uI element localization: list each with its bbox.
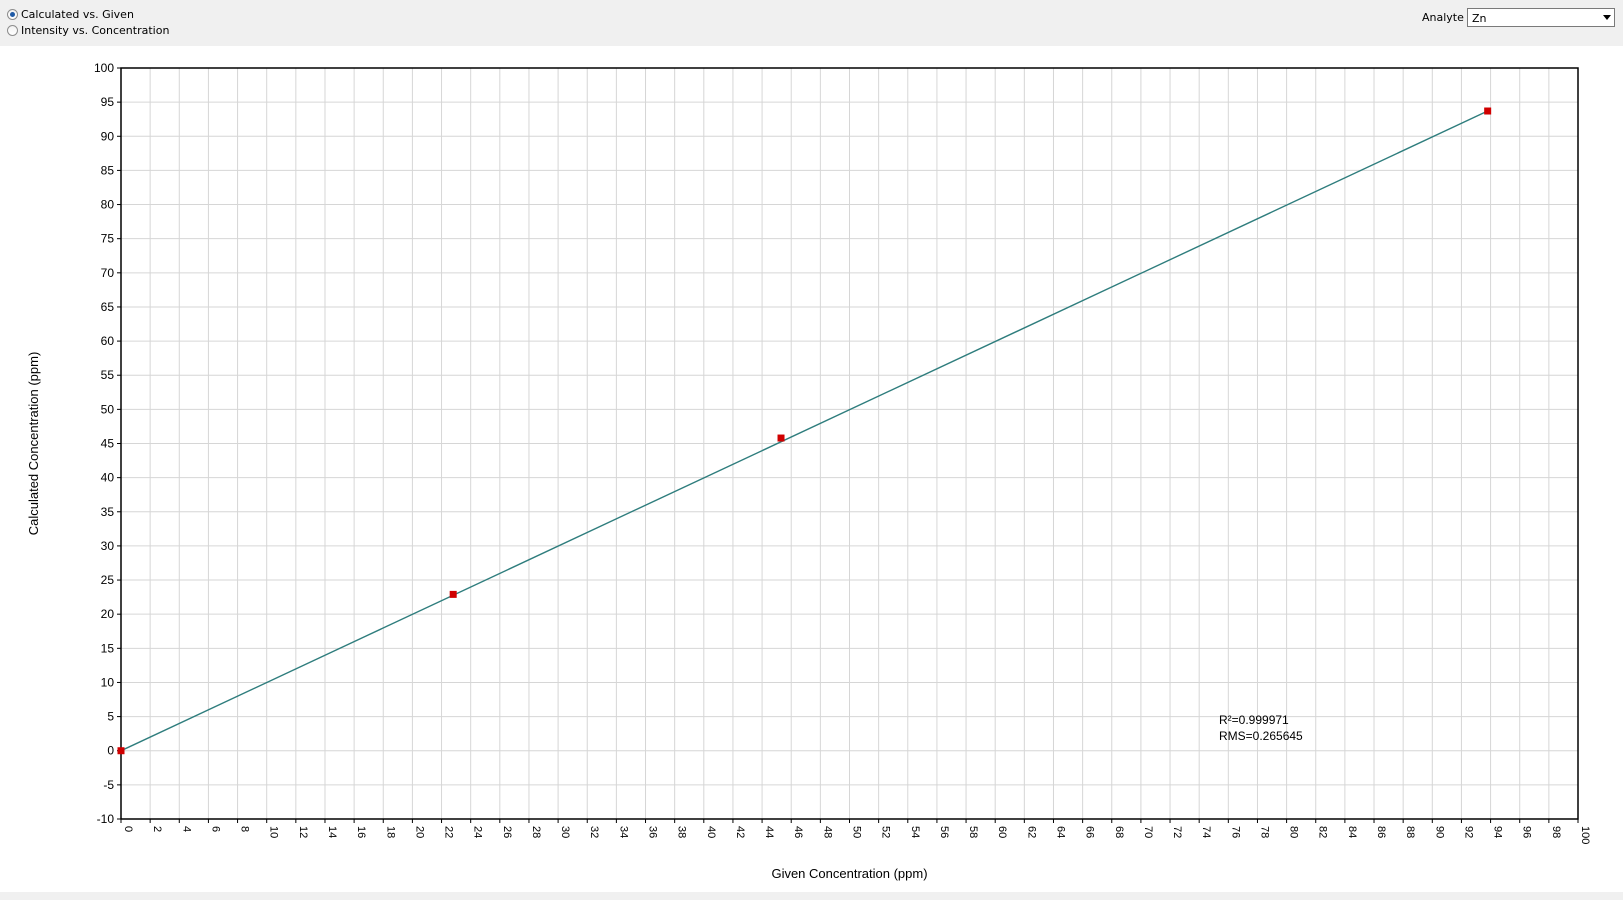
- x-tick-label: 60: [996, 826, 1008, 838]
- x-tick-label: 36: [647, 826, 659, 838]
- x-tick-label: 12: [297, 826, 309, 838]
- x-tick-label: 40: [705, 826, 717, 838]
- x-tick-label: 28: [530, 826, 542, 838]
- x-tick-label: 94: [1492, 826, 1504, 838]
- y-tick-label: 75: [101, 232, 115, 246]
- y-tick-label: 35: [101, 505, 115, 519]
- x-tick-label: 74: [1200, 826, 1212, 838]
- x-tick-label: 48: [821, 826, 833, 838]
- x-tick-label: 16: [355, 826, 367, 838]
- x-tick-label: 6: [209, 826, 221, 832]
- y-tick-label: 65: [101, 300, 115, 314]
- y-tick-label: 10: [101, 675, 115, 689]
- x-tick-label: 86: [1375, 826, 1387, 838]
- y-tick-label: 30: [101, 539, 115, 553]
- x-tick-label: 72: [1171, 826, 1183, 838]
- x-tick-label: 44: [763, 826, 775, 838]
- x-tick-label: 78: [1258, 826, 1270, 838]
- y-tick-label: 100: [94, 61, 114, 75]
- fit-line: [120, 110, 1488, 752]
- x-tick-label: 42: [734, 826, 746, 838]
- x-tick-label: 92: [1462, 826, 1474, 838]
- y-tick-label: 15: [101, 641, 115, 655]
- x-tick-label: 18: [384, 826, 396, 838]
- x-tick-label: 50: [851, 826, 863, 838]
- x-tick-label: 4: [180, 826, 192, 832]
- y-tick-label: 45: [101, 437, 115, 451]
- fit-statistics: R²=0.999971 RMS=0.265645: [1219, 713, 1303, 743]
- rms-label: RMS=0.265645: [1219, 729, 1303, 743]
- x-tick-label: 2: [151, 826, 163, 832]
- y-tick-label: 50: [101, 402, 115, 416]
- x-tick-label: 14: [326, 826, 338, 838]
- y-tick-label: 85: [101, 163, 115, 177]
- y-tick-label: 70: [101, 266, 115, 280]
- y-tick-label: -5: [103, 778, 114, 792]
- x-tick-label: 54: [909, 826, 921, 838]
- x-tick-label: 82: [1317, 826, 1329, 838]
- x-tick-label: 84: [1346, 826, 1358, 838]
- x-tick-label: 22: [443, 826, 455, 838]
- x-tick-label: 26: [501, 826, 513, 838]
- x-tick-label: 58: [967, 826, 979, 838]
- x-tick-label: 30: [559, 826, 571, 838]
- calibration-chart: 0 2 4 6 8 10 12 14 16 18 20 22 24 26 28 30 32 34 36 38 40 42 4…: [26, 61, 1591, 881]
- y-tick-label: -10: [97, 812, 115, 826]
- y-tick-label: 25: [101, 573, 115, 587]
- x-tick-label: 70: [1142, 826, 1154, 838]
- data-point: [1484, 107, 1492, 115]
- data-point: [117, 747, 125, 755]
- grid-lines: [120, 67, 1579, 820]
- r-squared-label: R²=0.999971: [1219, 713, 1289, 727]
- x-tick-label: 24: [472, 826, 484, 838]
- y-tick-label: 55: [101, 368, 115, 382]
- x-tick-label: 62: [1025, 826, 1037, 838]
- x-tick-label: 80: [1288, 826, 1300, 838]
- x-tick-label: 38: [676, 826, 688, 838]
- data-point: [449, 590, 457, 598]
- data-point: [777, 434, 785, 442]
- x-axis-title: Given Concentration (ppm): [771, 866, 927, 881]
- x-tick-label: 0: [122, 826, 134, 832]
- y-tick-label: 5: [107, 710, 114, 724]
- x-tick-label: 88: [1404, 826, 1416, 838]
- x-tick-label: 34: [617, 826, 629, 838]
- x-tick-label: 64: [1054, 826, 1066, 838]
- x-tick-label: 8: [239, 826, 251, 832]
- x-tick-label: 96: [1521, 826, 1533, 838]
- x-tick-label: 52: [880, 826, 892, 838]
- x-tick-label: 10: [268, 826, 280, 838]
- y-tick-label: 20: [101, 607, 115, 621]
- status-strip: [0, 892, 1623, 900]
- x-tick-label: 90: [1433, 826, 1445, 838]
- x-tick-label: 66: [1084, 826, 1096, 838]
- x-tick-label: 100: [1579, 826, 1591, 844]
- x-tick-label: 32: [588, 826, 600, 838]
- x-tick-label: 76: [1229, 826, 1241, 838]
- labels: 0 2 4 6 8 10 12 14 16 18 20 22 24 26 28 30 32 34 36 38 40 42 4…: [26, 61, 1591, 881]
- x-tick-label: 20: [413, 826, 425, 838]
- x-tick-label: 68: [1113, 826, 1125, 838]
- x-tick-label: 98: [1550, 826, 1562, 838]
- y-axis-title: Calculated Concentration (ppm): [26, 352, 41, 536]
- x-tick-label: 46: [792, 826, 804, 838]
- x-tick-label: 56: [938, 826, 950, 838]
- y-tick-label: 80: [101, 198, 115, 212]
- y-tick-label: 0: [107, 744, 114, 758]
- y-tick-label: 90: [101, 129, 115, 143]
- axes: [117, 67, 1579, 823]
- y-tick-label: 40: [101, 471, 115, 485]
- y-tick-label: 60: [101, 334, 115, 348]
- y-tick-label: 95: [101, 95, 115, 109]
